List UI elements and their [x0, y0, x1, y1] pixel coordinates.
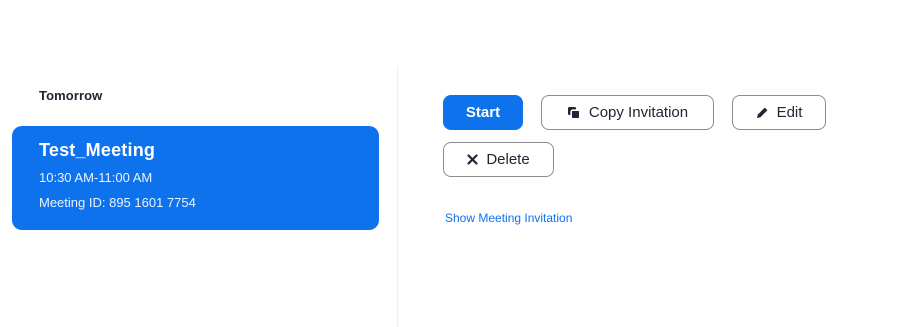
meeting-list-pane: Tomorrow Test_Meeting 10:30 AM-11:00 AM …	[0, 0, 397, 327]
edit-button[interactable]: Edit	[732, 95, 826, 130]
start-button-label: Start	[465, 104, 501, 121]
meeting-id: Meeting ID: 895 1601 7754	[39, 195, 196, 210]
delete-button[interactable]: Delete	[443, 142, 554, 177]
copy-icon	[567, 106, 581, 120]
meeting-card-selected[interactable]: Test_Meeting 10:30 AM-11:00 AM Meeting I…	[12, 126, 379, 230]
meetings-window: Tomorrow Test_Meeting 10:30 AM-11:00 AM …	[0, 0, 900, 327]
delete-button-label: Delete	[486, 151, 530, 168]
close-icon	[467, 154, 478, 165]
start-button[interactable]: Start	[443, 95, 523, 130]
show-meeting-invitation-link[interactable]: Show Meeting Invitation	[445, 211, 572, 225]
meeting-time: 10:30 AM-11:00 AM	[39, 170, 153, 185]
day-section-heading: Tomorrow	[39, 88, 103, 103]
edit-button-label: Edit	[776, 104, 803, 121]
copy-invitation-button[interactable]: Copy Invitation	[541, 95, 714, 130]
meeting-title: Test_Meeting	[39, 140, 156, 160]
meeting-detail-pane: Start Copy Invitation Edit Delete Show M…	[398, 0, 900, 327]
copy-invitation-label: Copy Invitation	[588, 104, 689, 121]
pencil-icon	[756, 106, 769, 119]
